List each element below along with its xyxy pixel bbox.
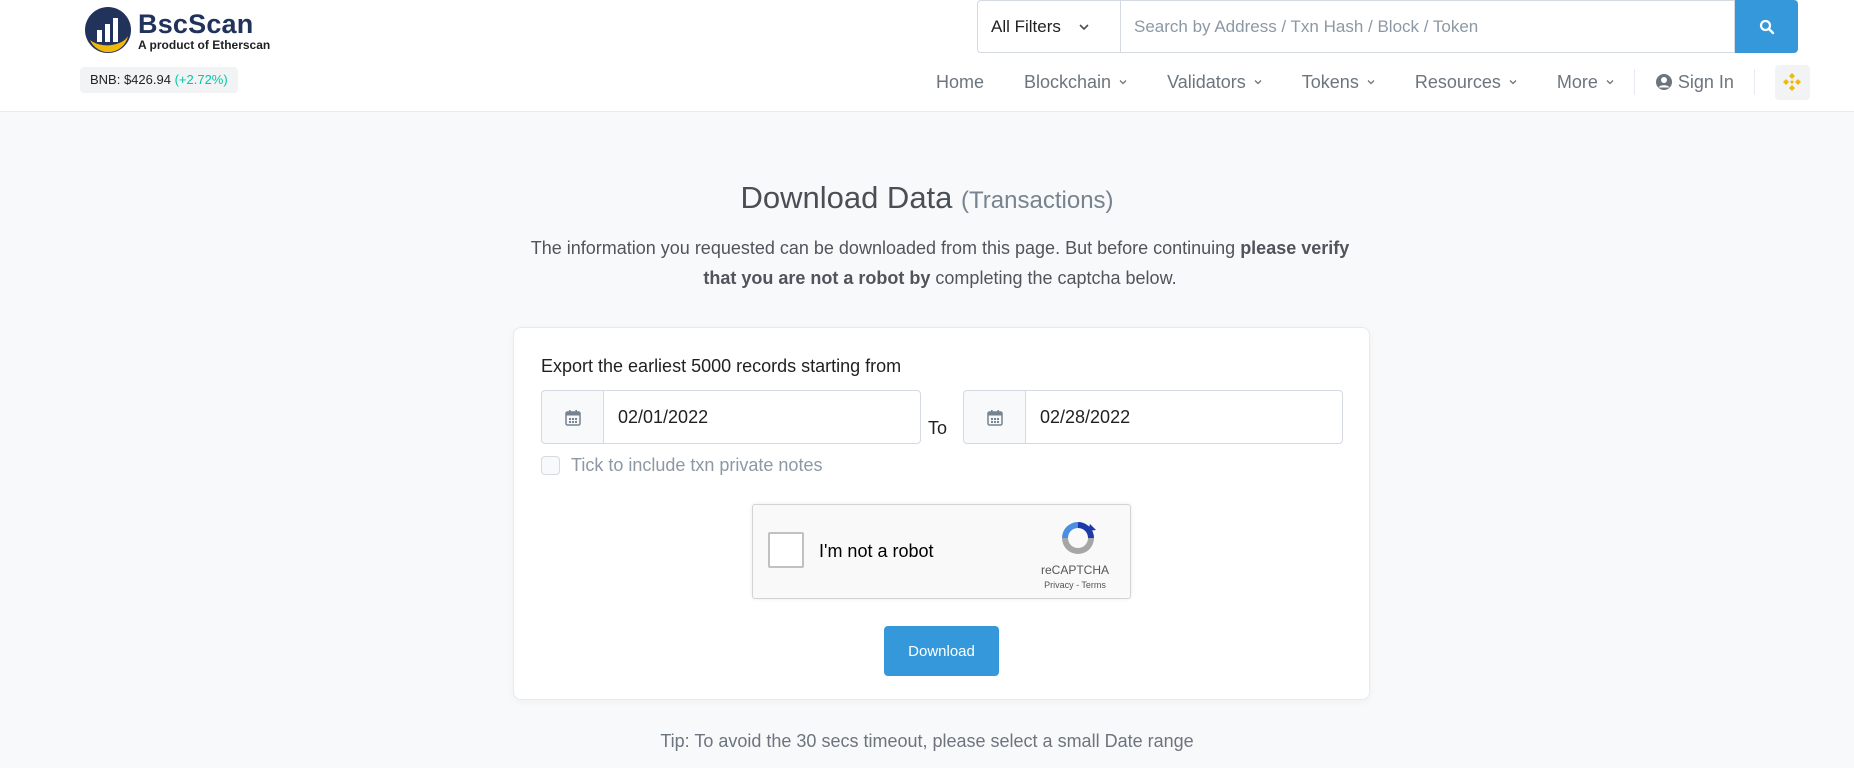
site-logo[interactable]: BscScan A product of Etherscan [84, 6, 270, 54]
desc-text-1: The information you requested can be dow… [530, 238, 1241, 258]
nav-resources-label: Resources [1414, 71, 1501, 92]
main-nav: Home Blockchain Validators Tokens Resour… [916, 62, 1810, 102]
private-notes-checkbox[interactable] [541, 456, 560, 475]
search-bar: All Filters [977, 0, 1798, 53]
bscscan-logo-icon [85, 7, 131, 53]
recaptcha-checkbox[interactable] [768, 532, 804, 568]
logo-tagline: A product of Etherscan [138, 37, 271, 52]
page-title-main: Download Data [740, 180, 953, 215]
to-date-group [963, 390, 1343, 444]
nav-home[interactable]: Home [916, 62, 1004, 102]
nav-signin-label: Sign In [1677, 71, 1734, 92]
from-date-group [541, 390, 921, 444]
chevron-down-icon [1367, 80, 1375, 85]
filter-select[interactable]: All Filters [977, 0, 1120, 53]
export-label: Export the earliest 5000 records startin… [541, 356, 902, 376]
recaptcha-brand: reCAPTCHA [1040, 563, 1109, 577]
recaptcha-label: I'm not a robot [819, 541, 934, 561]
nav-validators-label: Validators [1167, 71, 1246, 92]
to-label: To [928, 418, 948, 438]
nav-signin[interactable]: Sign In [1635, 62, 1754, 102]
chevron-down-icon [1119, 80, 1127, 85]
to-date-calendar[interactable] [963, 390, 1025, 444]
site-header: BscScan A product of Etherscan BNB: $426… [0, 0, 1854, 112]
nav-blockchain-label: Blockchain [1024, 71, 1112, 92]
filter-select-value: All Filters [991, 16, 1061, 36]
page-title: Download Data (Transactions) [0, 180, 1854, 216]
to-date-input[interactable] [1025, 390, 1343, 444]
logo-name: BscScan [138, 8, 254, 39]
download-button[interactable]: Download [884, 626, 999, 676]
chevron-down-icon [1606, 80, 1614, 85]
bnb-price: BNB: $426.94 [90, 72, 171, 87]
bnb-price-badge[interactable]: BNB: $426.94 (+2.72%) [80, 67, 238, 93]
desc-text-2: completing the captcha below. [930, 268, 1177, 288]
private-notes-row: Tick to include txn private notes [541, 455, 822, 476]
page-description: The information you requested can be dow… [520, 233, 1360, 293]
nav-validators[interactable]: Validators [1147, 62, 1282, 102]
search-button[interactable] [1735, 0, 1798, 53]
nav-tokens-label: Tokens [1301, 71, 1359, 92]
private-notes-label[interactable]: Tick to include txn private notes [571, 455, 822, 476]
chevron-down-icon [1509, 80, 1517, 85]
network-switch-button[interactable] [1774, 64, 1810, 100]
nav-blockchain[interactable]: Blockchain [1004, 62, 1147, 102]
user-circle-icon [1655, 74, 1672, 90]
calendar-icon [986, 409, 1003, 426]
calendar-icon [564, 409, 581, 426]
nav-tokens[interactable]: Tokens [1282, 62, 1395, 102]
recaptcha-links[interactable]: Privacy - Terms [1035, 580, 1115, 590]
from-date-calendar[interactable] [541, 390, 603, 444]
page-title-sub: (Transactions) [961, 187, 1114, 214]
nav-resources[interactable]: Resources [1395, 62, 1537, 102]
chevron-down-icon [1079, 23, 1089, 30]
nav-home-label: Home [936, 71, 985, 92]
from-date-input[interactable] [603, 390, 921, 444]
search-input[interactable] [1120, 0, 1735, 53]
nav-more-label: More [1556, 71, 1598, 92]
bnb-icon [1783, 73, 1802, 91]
nav-more[interactable]: More [1537, 62, 1634, 102]
export-card: Export the earliest 5000 records startin… [513, 327, 1370, 700]
chevron-down-icon [1254, 80, 1262, 85]
recaptcha-icon [1062, 522, 1096, 554]
bnb-price-change: (+2.72%) [174, 72, 228, 87]
timeout-tip: Tip: To avoid the 30 secs timeout, pleas… [660, 731, 1194, 751]
nav-divider [1753, 69, 1755, 95]
search-icon [1759, 19, 1774, 34]
recaptcha-widget: I'm not a robot reCAPTCHA Privacy - Term… [752, 504, 1131, 599]
